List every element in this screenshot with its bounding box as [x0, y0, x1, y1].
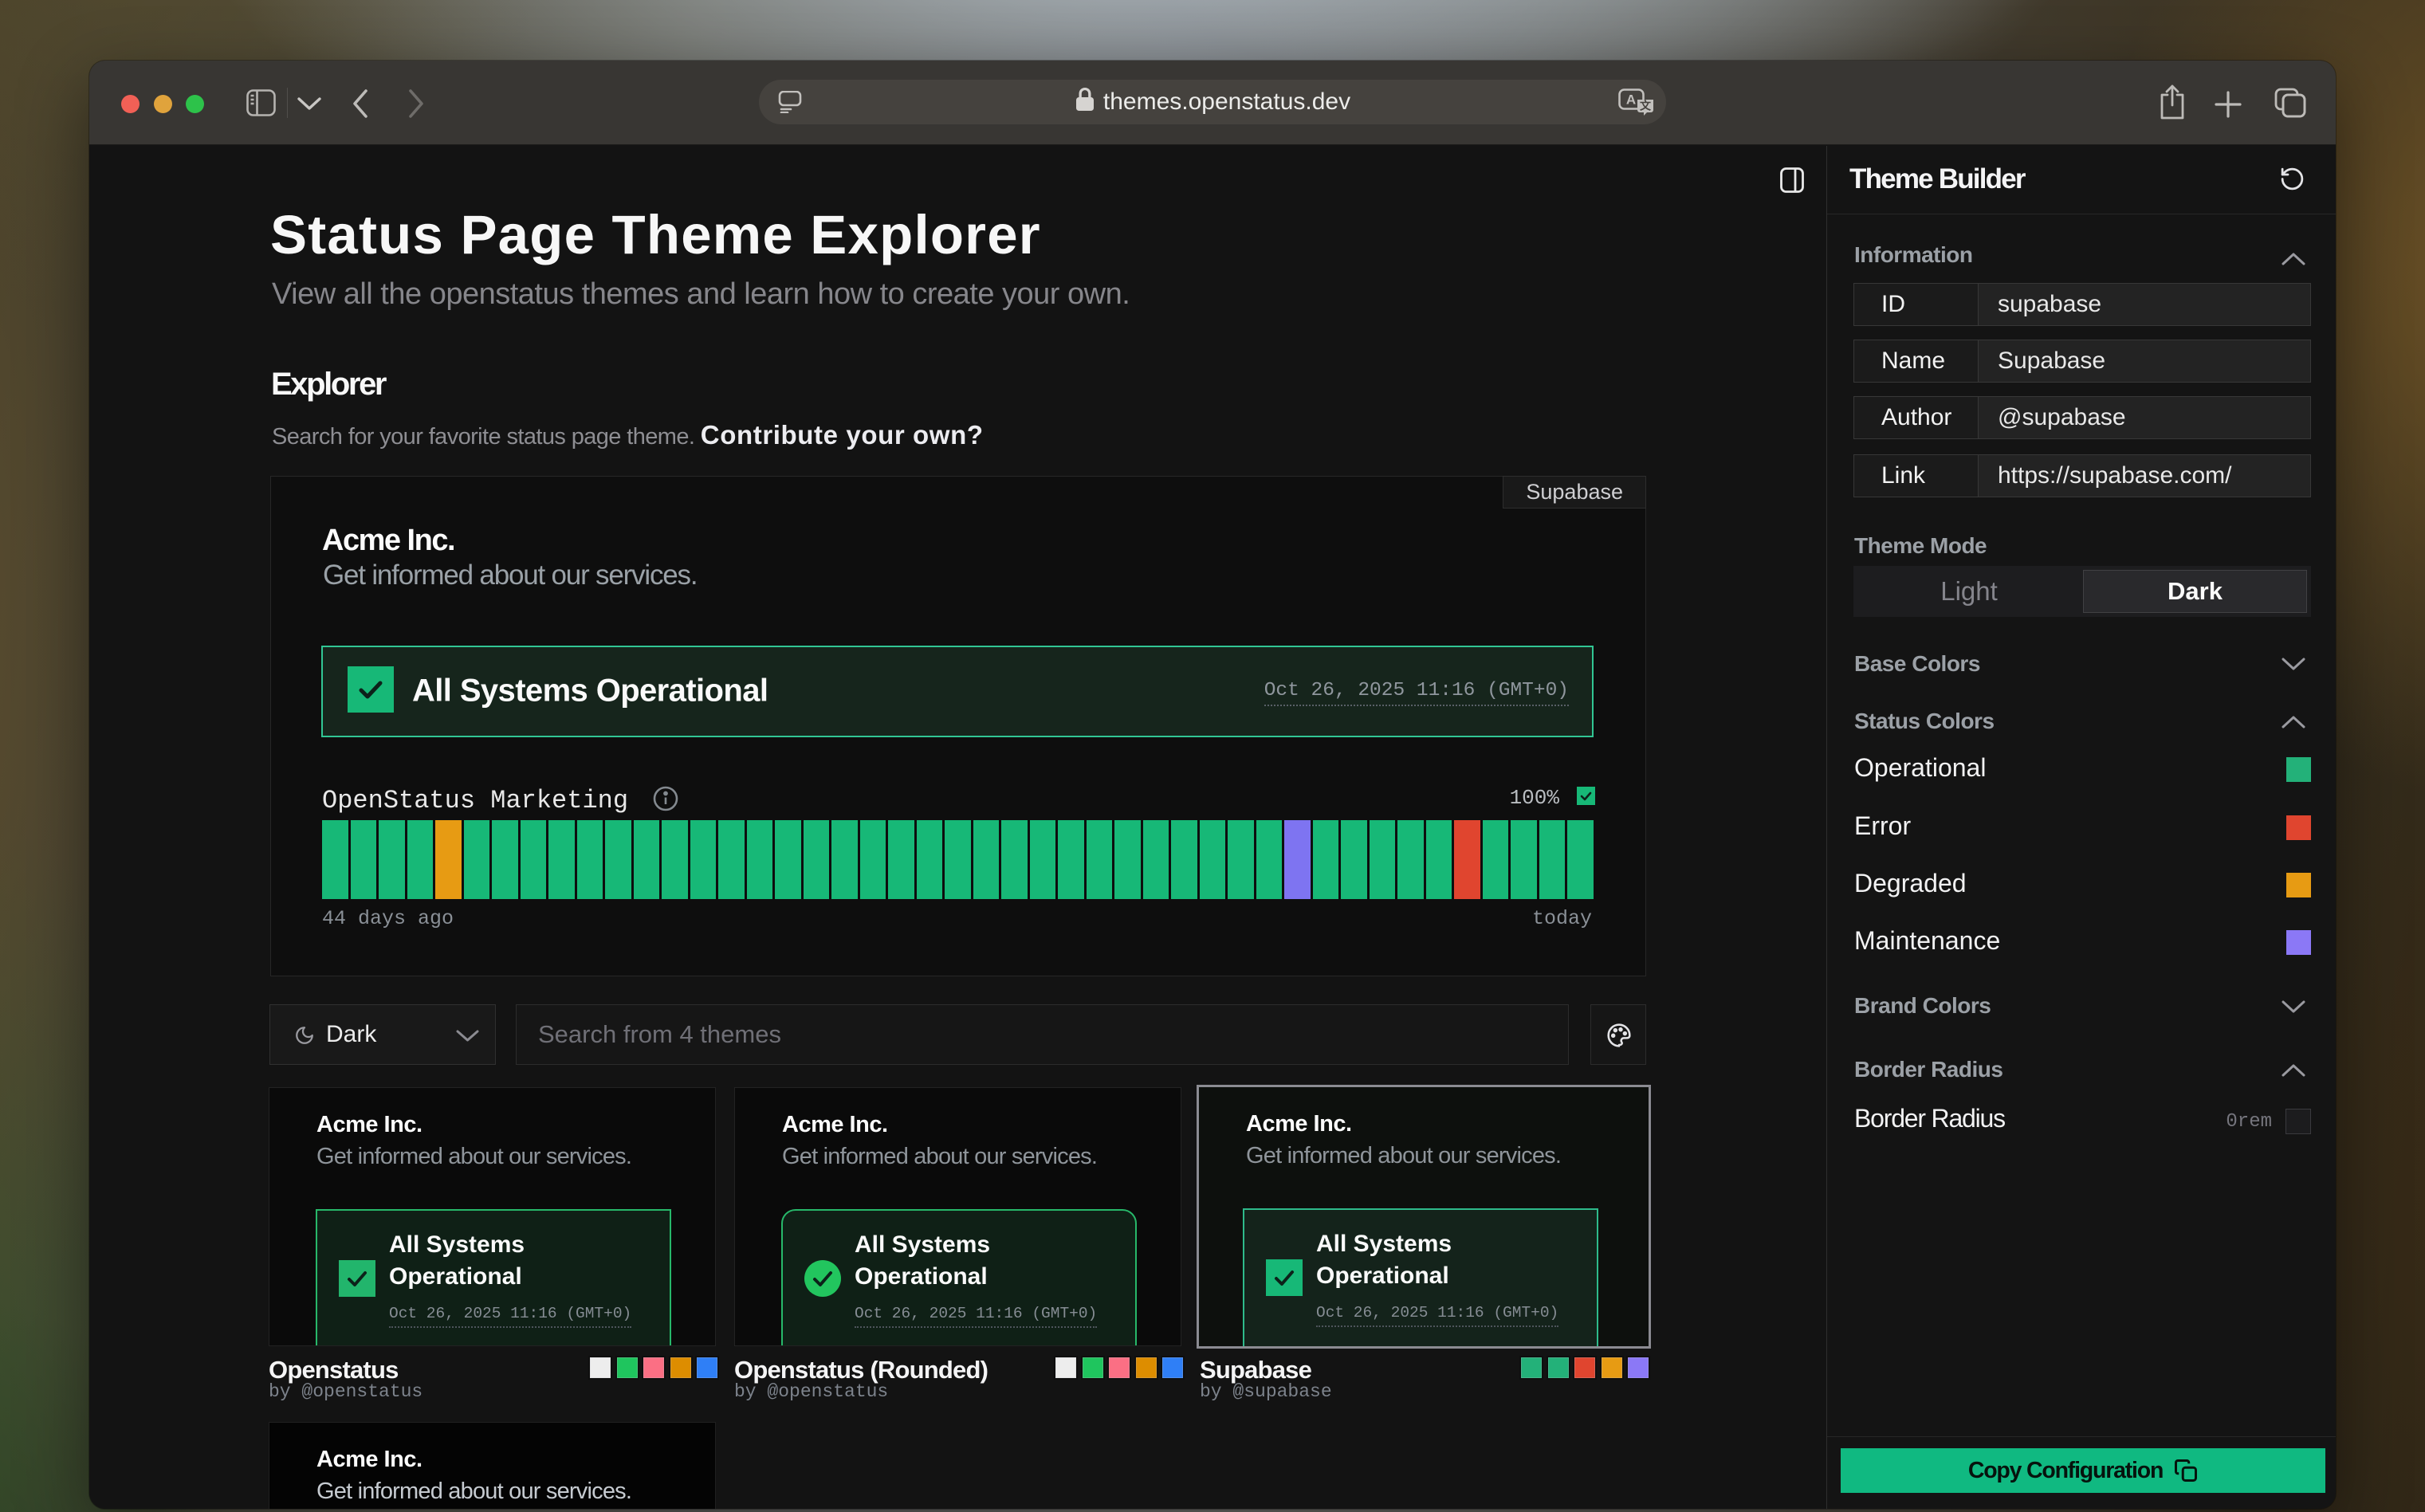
svg-text:文: 文 [1640, 100, 1652, 112]
svg-text:A: A [1626, 92, 1636, 108]
